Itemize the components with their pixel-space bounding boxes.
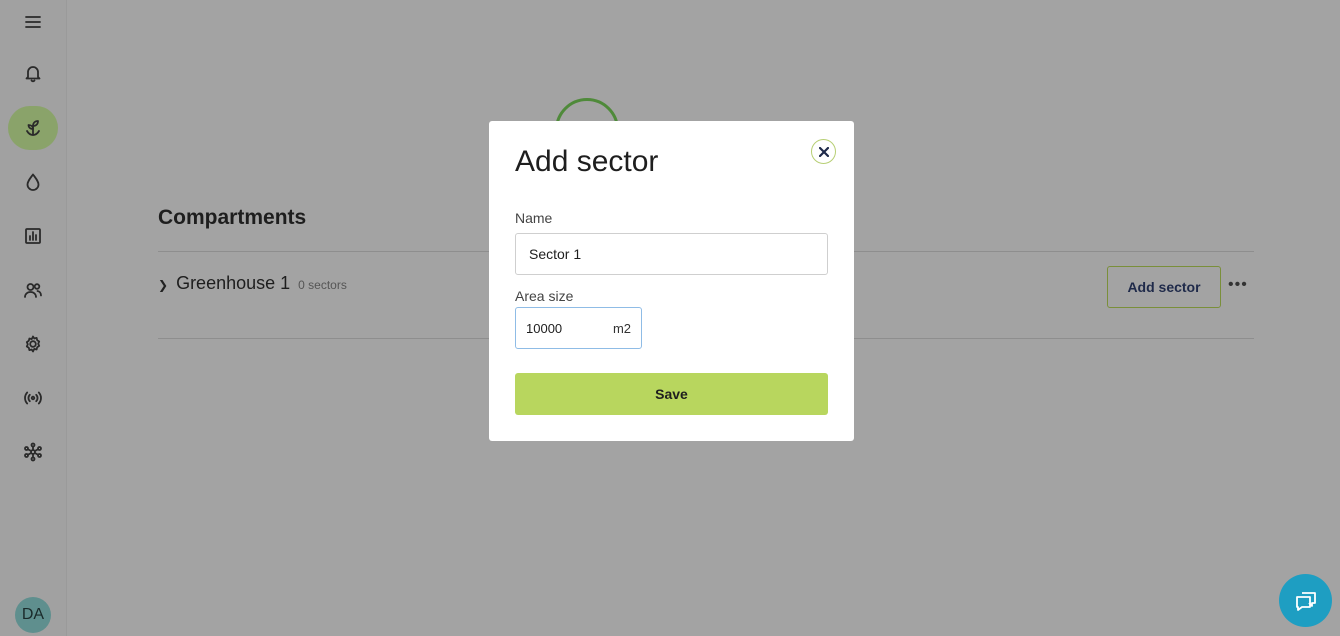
- sidebar-item-devices[interactable]: [8, 376, 58, 420]
- menu-icon: [25, 16, 41, 28]
- chat-icon: [1295, 591, 1316, 611]
- sector-count: 0 sectors: [298, 278, 347, 292]
- area-unit: m2: [612, 320, 631, 336]
- close-button[interactable]: [811, 139, 836, 164]
- sidebar-item-irrigation[interactable]: [8, 160, 58, 204]
- area-size-label: Area size: [515, 288, 574, 304]
- sidebar: DA: [0, 0, 67, 636]
- add-sector-dialog: Add sector Name Sector 1 Area size 10000…: [489, 121, 854, 441]
- chart-icon: [25, 228, 41, 244]
- compartment-row[interactable]: ❯ Greenhouse 1 0 sectors: [158, 273, 347, 294]
- area-size-field[interactable]: 10000 m2: [515, 307, 642, 349]
- name-field[interactable]: Sector 1: [515, 233, 828, 275]
- area-size-value: 10000: [526, 320, 563, 336]
- chat-button[interactable]: [1279, 574, 1332, 627]
- page-title: Compartments: [158, 206, 307, 229]
- compartment-name: Greenhouse 1: [176, 273, 291, 293]
- network-icon: [24, 442, 42, 462]
- users-icon: [24, 283, 42, 298]
- avatar[interactable]: DA: [15, 597, 51, 633]
- chevron-down-icon[interactable]: ❯: [158, 278, 168, 292]
- more-options-icon[interactable]: •••: [1228, 276, 1248, 294]
- name-label: Name: [515, 210, 553, 226]
- save-button[interactable]: Save: [515, 373, 828, 415]
- radio-signal-icon: [24, 391, 42, 405]
- sidebar-item-crops[interactable]: [8, 106, 58, 150]
- close-icon: [818, 146, 829, 157]
- bell-icon: [25, 66, 41, 83]
- water-drop-icon: [26, 173, 40, 191]
- plant-icon: [26, 120, 40, 136]
- dialog-title: Add sector: [515, 145, 659, 178]
- sidebar-item-reports[interactable]: [8, 214, 58, 258]
- gear-icon: [25, 335, 41, 353]
- sidebar-item-users[interactable]: [8, 268, 58, 312]
- sidebar-item-notifications[interactable]: [8, 51, 58, 95]
- menu-button[interactable]: [8, 0, 58, 44]
- sidebar-item-settings[interactable]: [8, 322, 58, 366]
- sidebar-item-integrations[interactable]: [8, 430, 58, 474]
- add-sector-button[interactable]: Add sector: [1107, 266, 1221, 308]
